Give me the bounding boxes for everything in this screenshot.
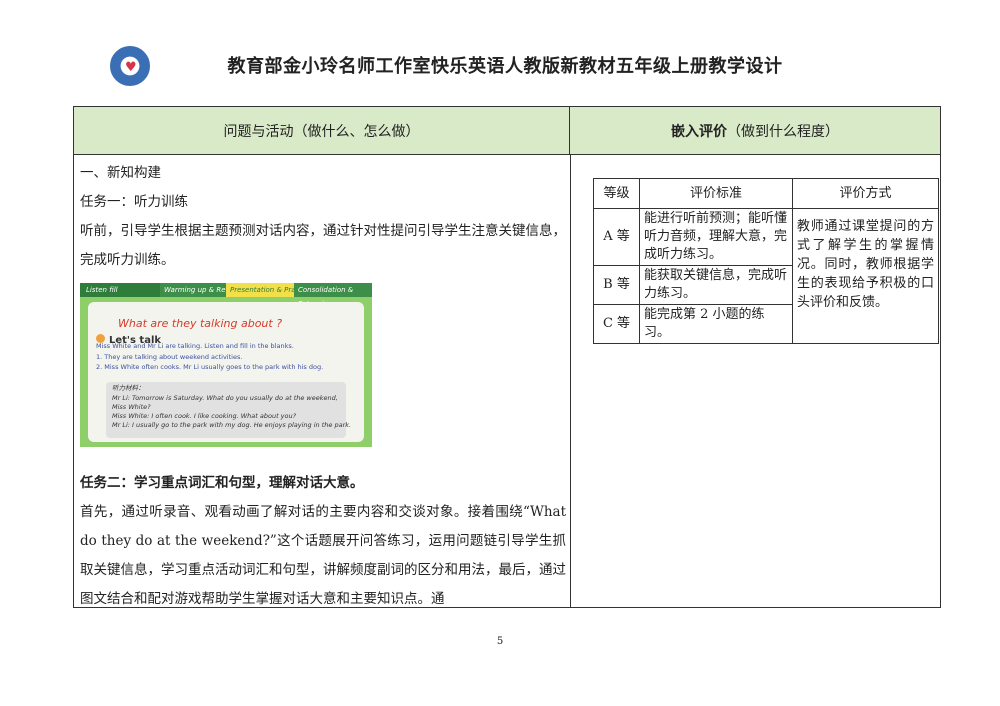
eval-grade-a: A 等	[593, 208, 640, 266]
page-header: ♥ 教育部金小玲名师工作室快乐英语人教版新教材五年级上册教学设计	[0, 40, 1000, 92]
right-header-bold: 嵌入评价	[671, 123, 727, 140]
eval-criteria-c: 能完成第 2 小题的练习。	[639, 304, 793, 344]
courseware-screenshot: Listen fill Warming up & Revision Presen…	[80, 283, 372, 447]
tab-listen: Listen fill	[82, 283, 122, 297]
slide-item-2: 2. Miss White often cooks. Mr Li usually…	[96, 363, 324, 371]
eval-header-method: 评价方式	[792, 178, 939, 209]
task1-text: 听前，引导学生根据主题预测对话内容，通过针对性提问引导学生注意关键信息，完成听力…	[80, 223, 566, 268]
eval-grade-b: B 等	[593, 265, 640, 305]
script-line-4: Mr Li: I usually go to the park with my …	[112, 421, 352, 429]
activities-content: 一、新知构建 任务一：听力训练 听前，引导学生根据主题预测对话内容，通过针对性提…	[80, 159, 566, 614]
page-number: 5	[496, 636, 504, 647]
slide-item-1: 1. They are talking about weekend activi…	[96, 353, 243, 361]
right-header-rest: （做到什么程度）	[727, 123, 839, 140]
eval-header-grade: 等级	[593, 178, 640, 209]
section-heading: 一、新知构建	[80, 165, 161, 181]
eval-criteria-a: 能进行听前预测；能听懂听力音频，理解大意，完成听力练习。	[639, 208, 793, 266]
eval-grade-c: C 等	[593, 304, 640, 344]
eval-header-criteria: 评价标准	[639, 178, 793, 209]
task1-title: 任务一：听力训练	[80, 194, 188, 210]
script-label: 听力材料：	[112, 384, 145, 392]
script-line-3: Miss White: I often cook. I like cooking…	[112, 412, 297, 420]
slide-card: What are they talking about ? Let's talk…	[88, 302, 364, 442]
task2-title: 任务二：学习重点词汇和句型，理解对话大意。	[80, 475, 364, 491]
tab-consolidation: Consolidation & Extension	[294, 283, 372, 308]
task2-text: 首先，通过听录音、观看动画了解对话的主要内容和交谈对象。接着围绕“What do…	[80, 504, 566, 607]
eval-criteria-b: 能获取关键信息，完成听力练习。	[639, 265, 793, 305]
eval-method: 教师通过课堂提问的方式了解学生的掌握情况。同时，教师根据学生的表现给予积极的口头…	[792, 208, 939, 344]
listening-script-box: 听力材料： Mr Li: Tomorrow is Saturday. What …	[106, 382, 351, 438]
left-header-text: 问题与活动（做什么、怎么做）	[223, 123, 420, 140]
script-line-1: Mr Li: Tomorrow is Saturday. What do you…	[112, 394, 338, 402]
right-column-header: 嵌入评价 （做到什么程度）	[570, 107, 940, 155]
document-title: 教育部金小玲名师工作室快乐英语人教版新教材五年级上册教学设计	[227, 56, 783, 77]
evaluation-table: 等级 评价标准 评价方式 A 等 能进行听前预测；能听懂听力音频，理解大意，完成…	[593, 178, 939, 344]
column-divider	[570, 155, 571, 607]
slide-instruction: Miss White and Mr Li are talking. Listen…	[96, 342, 294, 350]
left-column-header: 问题与活动（做什么、怎么做）	[74, 107, 570, 155]
script-line-2: Miss White?	[112, 403, 151, 411]
